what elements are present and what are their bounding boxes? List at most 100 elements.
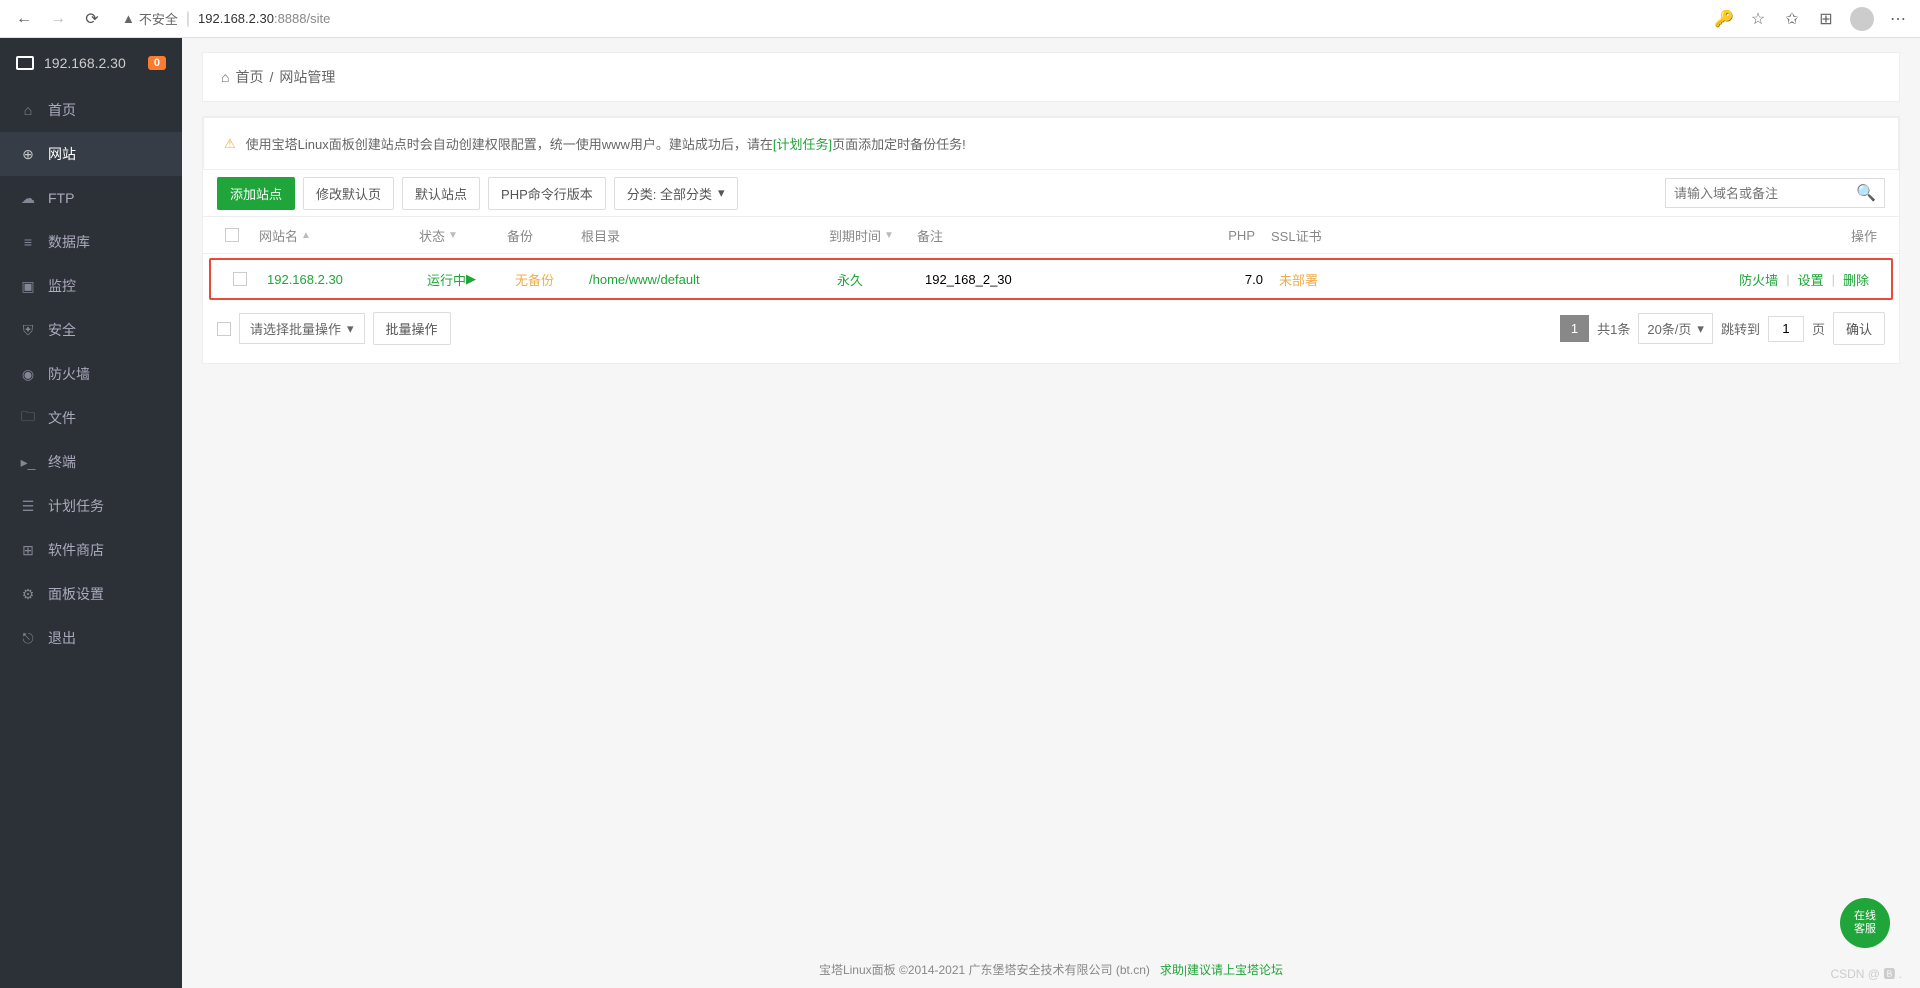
status-cell[interactable]: 运行中▶ [419, 270, 507, 289]
profile-avatar[interactable] [1850, 7, 1874, 31]
sidebar: 192.168.2.30 0 ⌂首页 ⊕网站 ☁FTP ≡数据库 ▣监控 ⛨安全… [0, 38, 182, 988]
warning-icon: ▲ [122, 11, 135, 26]
firewall-icon: ◉ [20, 366, 36, 382]
jump-confirm-button[interactable]: 确认 [1833, 312, 1885, 345]
address-bar[interactable]: ▲ 不安全 | 192.168.2.30:8888/site [114, 9, 1704, 28]
sidebar-item-store[interactable]: ⊞软件商店 [0, 528, 182, 572]
search-input[interactable] [1674, 186, 1856, 201]
table-row: 192.168.2.30 运行中▶ 无备份 /home/www/default … [209, 258, 1893, 300]
sort-icon: ▼ [448, 230, 458, 241]
star-icon[interactable]: ☆ [1748, 9, 1768, 29]
th-php: PHP [1209, 228, 1263, 243]
content-card: ⚠ 使用宝塔Linux面板创建站点时会自动创建权限配置，统一使用www用户。建站… [202, 116, 1900, 364]
expire-link[interactable]: 永久 [837, 270, 863, 289]
bulk-action-button[interactable]: 批量操作 [373, 312, 451, 345]
forward-button[interactable]: → [46, 7, 70, 31]
footer: 宝塔Linux面板 ©2014-2021 广东堡塔安全技术有限公司 (bt.cn… [182, 961, 1920, 978]
db-icon: ≡ [20, 234, 36, 250]
sidebar-item-ftp[interactable]: ☁FTP [0, 176, 182, 220]
sidebar-item-settings[interactable]: ⚙ 面板设置 [0, 572, 182, 616]
php-cell[interactable]: 7.0 [1217, 272, 1271, 287]
pagination: 1 共1条 20条/页▾ 跳转到 页 确认 [1560, 312, 1885, 345]
sidebar-item-terminal[interactable]: ▸_终端 [0, 440, 182, 484]
site-table: 网站名▲ 状态▼ 备份 根目录 到期时间▼ 备注 PHP SSL证书 操作 19… [203, 216, 1899, 300]
note-cell[interactable]: 192_168_2_30 [917, 272, 1217, 287]
sidebar-item-cron[interactable]: ☰ 计划任务 [0, 484, 182, 528]
row-checkbox[interactable] [233, 272, 247, 286]
insecure-badge: ▲ 不安全 [122, 9, 178, 28]
sidebar-item-label: 数据库 [48, 232, 90, 252]
sidebar-item-database[interactable]: ≡ 数据库 [0, 220, 182, 264]
breadcrumb-separator: / [269, 69, 273, 85]
collections-icon[interactable]: ⊞ [1816, 9, 1836, 29]
sort-icon: ▲ [301, 230, 311, 241]
firewall-action[interactable]: 防火墙 [1739, 270, 1778, 289]
sidebar-item-label: 终端 [48, 452, 76, 472]
total-count: 共1条 [1597, 319, 1630, 338]
folder-icon: 🗀 [20, 410, 36, 426]
watermark: CSDN @ 🅱 . [1830, 965, 1902, 982]
table-header: 网站名▲ 状态▼ 备份 根目录 到期时间▼ 备注 PHP SSL证书 操作 [203, 216, 1899, 254]
breadcrumb: ⌂ 首页 / 网站管理 [202, 52, 1900, 102]
search-icon[interactable]: 🔍 [1856, 183, 1876, 203]
th-expire[interactable]: 到期时间▼ [821, 226, 909, 245]
sidebar-item-website[interactable]: ⊕网站 [0, 132, 182, 176]
settings-icon: ⚙ [20, 586, 36, 602]
jump-suffix: 页 [1812, 319, 1825, 338]
add-site-button[interactable]: 添加站点 [217, 177, 295, 210]
back-button[interactable]: ← [12, 7, 36, 31]
sidebar-item-label: 退出 [48, 628, 76, 648]
root-dir-link[interactable]: /home/www/default [589, 272, 700, 287]
url-text: 192.168.2.30:8888/site [198, 11, 330, 26]
refresh-button[interactable]: ⟳ [80, 7, 104, 31]
select-all-checkbox[interactable] [225, 228, 239, 242]
breadcrumb-home[interactable]: 首页 [235, 67, 263, 87]
chevron-down-icon: ▾ [718, 185, 725, 201]
settings-action[interactable]: 设置 [1798, 270, 1824, 289]
jump-input[interactable] [1768, 316, 1804, 342]
jump-label: 跳转到 [1721, 319, 1760, 338]
ssl-status[interactable]: 未部署 [1279, 270, 1318, 289]
app-root: 192.168.2.30 0 ⌂首页 ⊕网站 ☁FTP ≡数据库 ▣监控 ⛨安全… [0, 38, 1920, 988]
support-button[interactable]: 在线 客服 [1840, 898, 1890, 948]
notice-link[interactable]: [计划任务] [773, 137, 832, 152]
page-1[interactable]: 1 [1560, 315, 1589, 342]
site-name-link[interactable]: 192.168.2.30 [267, 272, 343, 287]
per-page-select[interactable]: 20条/页▾ [1638, 313, 1713, 344]
th-status[interactable]: 状态▼ [411, 226, 499, 245]
bulk-select[interactable]: 请选择批量操作▾ [239, 313, 365, 344]
delete-action[interactable]: 删除 [1843, 270, 1869, 289]
sidebar-item-label: 计划任务 [48, 496, 104, 516]
sidebar-item-home[interactable]: ⌂首页 [0, 88, 182, 132]
task-icon: ☰ [20, 498, 36, 514]
sidebar-item-monitor[interactable]: ▣ 监控 [0, 264, 182, 308]
monitor-icon: ▣ [20, 278, 36, 294]
sidebar-item-label: 网站 [48, 144, 76, 164]
breadcrumb-current: 网站管理 [279, 67, 335, 87]
home-icon: ⌂ [221, 69, 229, 85]
sidebar-item-label: 面板设置 [48, 584, 104, 604]
sidebar-item-label: 软件商店 [48, 540, 104, 560]
toolbar: 添加站点 修改默认页 默认站点 PHP命令行版本 分类: 全部分类▾ 🔍 [203, 170, 1899, 216]
browser-actions: 🔑 ☆ ✩ ⊞ ⋯ [1714, 7, 1908, 31]
backup-link[interactable]: 无备份 [515, 270, 554, 289]
sidebar-item-label: 安全 [48, 320, 76, 340]
sidebar-item-label: 监控 [48, 276, 76, 296]
bulk-checkbox[interactable] [217, 322, 231, 336]
favorites-icon[interactable]: ✩ [1782, 9, 1802, 29]
sidebar-item-firewall[interactable]: ◉防火墙 [0, 352, 182, 396]
category-filter[interactable]: 分类: 全部分类▾ [614, 177, 738, 210]
sidebar-item-logout[interactable]: ⎋退出 [0, 616, 182, 660]
sidebar-item-files[interactable]: 🗀文件 [0, 396, 182, 440]
modify-default-button[interactable]: 修改默认页 [303, 177, 394, 210]
notice-text: 使用宝塔Linux面板创建站点时会自动创建权限配置，统一使用www用户。建站成功… [246, 134, 966, 153]
php-cli-button[interactable]: PHP命令行版本 [488, 177, 606, 210]
notification-badge[interactable]: 0 [148, 56, 166, 70]
th-name[interactable]: 网站名▲ [251, 226, 411, 245]
more-icon[interactable]: ⋯ [1888, 9, 1908, 29]
sidebar-item-security[interactable]: ⛨安全 [0, 308, 182, 352]
key-icon[interactable]: 🔑 [1714, 9, 1734, 29]
help-link[interactable]: 求助|建议请上宝塔论坛 [1160, 963, 1283, 977]
search-box: 🔍 [1665, 178, 1885, 208]
default-site-button[interactable]: 默认站点 [402, 177, 480, 210]
